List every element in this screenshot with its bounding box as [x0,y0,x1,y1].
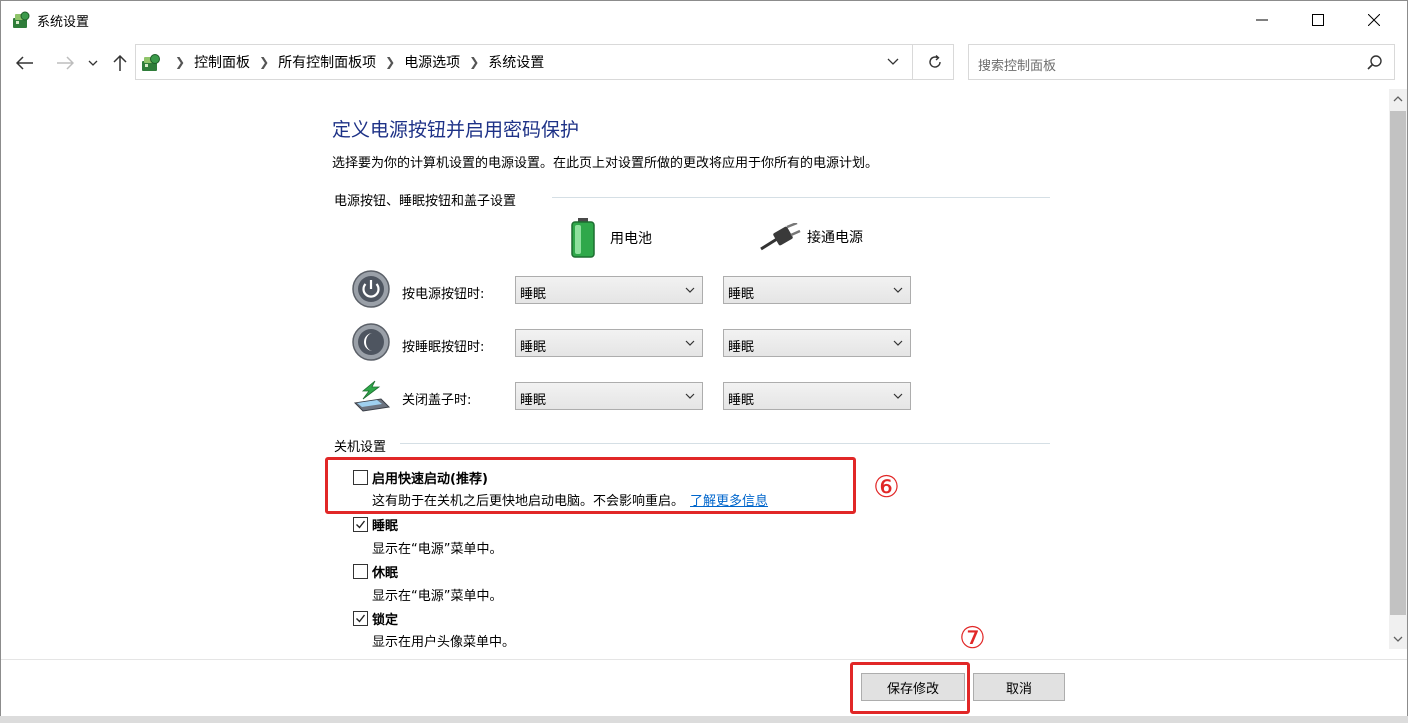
hibernate-title: 休眠 [372,566,399,581]
cancel-button[interactable]: 取消 [973,673,1065,701]
window-title: 系统设置 [37,15,90,30]
vertical-scrollbar[interactable] [1389,89,1407,649]
breadcrumb: ❯ 控制面板 ❯ 所有控制面板项 ❯ 电源选项 ❯ 系统设置 [166,45,544,79]
sleep-button-icon [352,323,390,361]
back-button[interactable] [13,49,37,77]
chevron-up-icon [1393,96,1403,102]
power-plug-icon [760,223,801,251]
divider [400,443,1050,444]
sleep-button-battery-select[interactable]: 睡眠 [515,329,703,357]
battery-icon [571,218,595,258]
control-panel-icon [142,54,160,71]
power-button-label: 按电源按钮时: [402,287,485,302]
lock-description: 显示在用户头像菜单中。 [372,635,516,650]
sleep-title: 睡眠 [372,519,399,534]
hibernate-checkbox[interactable] [353,564,368,579]
lid-close-plugged-select[interactable]: 睡眠 [723,382,911,410]
refresh-button[interactable] [918,45,952,79]
footer-divider [1,659,1407,660]
chevron-down-icon [685,393,695,399]
arrow-left-icon [16,56,33,70]
maximize-button[interactable] [1291,1,1345,39]
minimize-icon [1256,19,1268,21]
chevron-right-icon: ❯ [469,55,480,69]
divider [552,197,1050,198]
plugged-column-label: 接通电源 [807,230,863,246]
power-button-battery-select[interactable]: 睡眠 [515,276,703,304]
fast-startup-highlight [325,457,856,514]
control-panel-icon [13,11,30,28]
select-value: 睡眠 [728,340,755,355]
hibernate-description: 显示在“电源”菜单中。 [372,589,503,604]
close-icon [1368,14,1380,26]
chevron-right-icon: ❯ [385,55,396,69]
step-6-marker: ⑥ [873,470,900,505]
forward-button[interactable] [53,49,77,77]
plugged-column-header: 接通电源 [759,223,863,251]
chevron-down-icon [887,58,899,65]
arrow-up-icon [113,54,127,71]
battery-column-header: 用电池 [568,217,652,259]
window-shadow [0,716,1408,723]
address-history-button[interactable] [878,45,908,79]
chevron-down-icon [685,287,695,293]
breadcrumb-system-settings[interactable]: 系统设置 [488,52,544,72]
breadcrumb-power-options[interactable]: 电源选项 [404,52,460,72]
checkmark-icon [356,520,366,529]
sleep-description: 显示在“电源”菜单中。 [372,542,503,557]
control-panel-window: 系统设置 ❯ 控制面板 ❯ 所有控制面板项 ❯ 电源选项 ❯ 系统设置 搜索控制… [0,0,1408,717]
search-icon[interactable] [1365,53,1385,73]
refresh-icon [929,54,941,68]
chevron-down-icon [1393,636,1403,642]
arrow-right-icon [57,56,74,70]
close-button[interactable] [1347,1,1401,39]
chevron-right-icon: ❯ [175,55,186,69]
select-value: 睡眠 [520,287,547,302]
step-7-marker: ⑦ [959,621,986,656]
lid-close-battery-select[interactable]: 睡眠 [515,382,703,410]
scroll-up-button[interactable] [1389,89,1407,109]
laptop-lid-icon [353,380,391,412]
select-value: 睡眠 [728,393,755,408]
chevron-down-icon [685,340,695,346]
lid-close-label: 关闭盖子时: [402,393,472,408]
minimize-button[interactable] [1235,1,1289,39]
title-bar: 系统设置 [1,1,1407,39]
search-box[interactable]: 搜索控制面板 [968,44,1395,80]
scroll-down-button[interactable] [1389,629,1407,649]
power-group-heading: 电源按钮、睡眠按钮和盖子设置 [334,194,517,209]
recent-locations-button[interactable] [83,49,103,77]
save-button-highlight [850,662,970,714]
sleep-button-label: 按睡眠按钮时: [402,340,485,355]
checkmark-icon [356,614,366,623]
address-bar[interactable]: ❯ 控制面板 ❯ 所有控制面板项 ❯ 电源选项 ❯ 系统设置 [135,44,954,80]
chevron-down-icon [893,287,903,293]
select-value: 睡眠 [520,340,547,355]
search-input[interactable]: 搜索控制面板 [978,55,1056,74]
power-button-plugged-select[interactable]: 睡眠 [723,276,911,304]
chevron-down-icon [88,60,98,66]
breadcrumb-all-items[interactable]: 所有控制面板项 [278,52,376,72]
chevron-down-icon [893,340,903,346]
chevron-right-icon: ❯ [259,55,270,69]
sleep-checkbox[interactable] [353,517,368,532]
shutdown-group-heading: 关机设置 [334,440,387,455]
select-value: 睡眠 [728,287,755,302]
lock-checkbox[interactable] [353,611,368,626]
battery-column-label: 用电池 [610,231,652,247]
lock-title: 锁定 [372,613,399,628]
chevron-down-icon [893,393,903,399]
up-button[interactable] [108,49,132,77]
page-title: 定义电源按钮并启用密码保护 [332,119,580,141]
select-value: 睡眠 [520,393,547,408]
address-divider [912,45,913,79]
scroll-thumb[interactable] [1390,111,1406,615]
power-button-icon [352,270,390,308]
breadcrumb-control-panel[interactable]: 控制面板 [194,52,250,72]
sleep-button-plugged-select[interactable]: 睡眠 [723,329,911,357]
maximize-icon [1312,14,1324,26]
page-description: 选择要为你的计算机设置的电源设置。在此页上对设置所做的更改将应用于你所有的电源计… [332,156,879,171]
